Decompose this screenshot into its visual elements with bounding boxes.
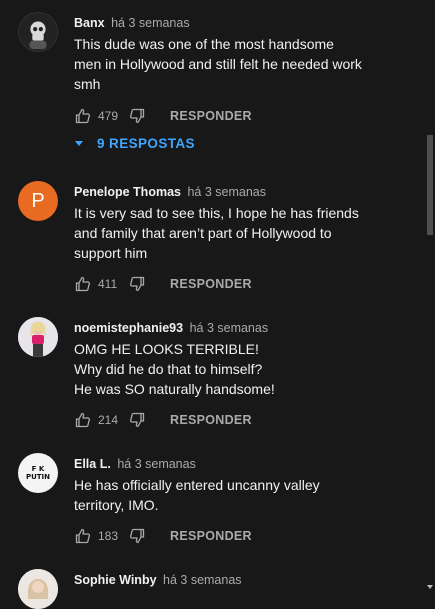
author-line: noemistephanie93 há 3 semanas bbox=[74, 320, 268, 336]
avatar[interactable] bbox=[18, 569, 58, 609]
author-name[interactable]: Penelope Thomas bbox=[74, 185, 181, 199]
scrollbar-thumb[interactable] bbox=[427, 135, 433, 235]
comment-text: OMG HE LOOKS TERRIBLE! Why did he do tha… bbox=[74, 339, 374, 399]
comment-actions: 214 RESPONDER bbox=[74, 410, 252, 430]
thumbs-down-icon[interactable] bbox=[128, 275, 146, 293]
author-name[interactable]: Ella L. bbox=[74, 457, 111, 471]
thumbs-down-icon[interactable] bbox=[128, 411, 146, 429]
like-count: 479 bbox=[98, 109, 119, 123]
avatar[interactable]: P bbox=[18, 181, 58, 221]
thumbs-up-icon[interactable] bbox=[74, 411, 92, 429]
timestamp[interactable]: há 3 semanas bbox=[187, 185, 266, 199]
avatar[interactable]: F K PUTIN bbox=[18, 453, 58, 493]
comment-line: territory, IMO. bbox=[74, 497, 159, 513]
like-count: 183 bbox=[98, 529, 119, 543]
thumbs-down-icon[interactable] bbox=[128, 107, 146, 125]
comment-actions: 411 RESPONDER bbox=[74, 274, 252, 294]
skull-portrait-icon bbox=[19, 13, 57, 51]
comment-line: He was SO naturally handsome! bbox=[74, 381, 275, 397]
avatar-text-bottom: PUTIN bbox=[25, 473, 51, 481]
timestamp[interactable]: há 3 semanas bbox=[111, 16, 190, 30]
comment-actions: 183 RESPONDER bbox=[74, 526, 252, 546]
author-line: Banx há 3 semanas bbox=[74, 15, 190, 31]
author-name[interactable]: noemistephanie93 bbox=[74, 321, 183, 335]
caret-down-icon bbox=[75, 141, 83, 146]
thumbs-down-icon[interactable] bbox=[128, 527, 146, 545]
thumbs-up-icon[interactable] bbox=[74, 275, 92, 293]
avatar[interactable] bbox=[18, 317, 58, 357]
comment-text: It is very sad to see this, I hope he ha… bbox=[74, 203, 374, 263]
reply-button[interactable]: RESPONDER bbox=[170, 277, 252, 291]
comment-line: men in Hollywood and still felt he neede… bbox=[74, 56, 362, 72]
avatar-text-top: F K bbox=[31, 465, 45, 473]
comment-line: He has officially entered uncanny valley bbox=[74, 477, 320, 493]
author-line: Ella L. há 3 semanas bbox=[74, 456, 196, 472]
like-count: 411 bbox=[98, 277, 118, 291]
like-count: 214 bbox=[98, 413, 119, 427]
replies-label: 9 RESPOSTAS bbox=[97, 136, 195, 151]
author-name[interactable]: Sophie Winby bbox=[74, 573, 157, 587]
comment-text: He has officially entered uncanny valley… bbox=[74, 475, 374, 515]
timestamp[interactable]: há 3 semanas bbox=[163, 573, 242, 587]
reply-button[interactable]: RESPONDER bbox=[170, 529, 252, 543]
avatar-text: F K PUTIN bbox=[26, 465, 50, 481]
scrollbar[interactable] bbox=[425, 0, 435, 593]
comment-text: This dude was one of the most handsome m… bbox=[74, 34, 374, 94]
timestamp[interactable]: há 3 semanas bbox=[117, 457, 196, 471]
comment-line: and family that aren’t part of Hollywood… bbox=[74, 225, 332, 241]
view-replies-button[interactable]: 9 RESPOSTAS bbox=[74, 136, 195, 151]
scroll-down-arrow-icon[interactable] bbox=[427, 585, 433, 589]
avatar[interactable] bbox=[18, 12, 58, 52]
reply-button[interactable]: RESPONDER bbox=[170, 109, 252, 123]
thumbs-up-icon[interactable] bbox=[74, 527, 92, 545]
comment-line: OMG HE LOOKS TERRIBLE! bbox=[74, 341, 259, 357]
comment-line: Why did he do that to himself? bbox=[74, 361, 263, 377]
avatar-letter: P bbox=[31, 189, 45, 212]
comment-line: It is very sad to see this, I hope he ha… bbox=[74, 205, 359, 221]
comment-line: support him bbox=[74, 245, 148, 261]
person-photo-icon bbox=[18, 317, 58, 357]
author-name[interactable]: Banx bbox=[74, 16, 105, 30]
comment-line: smh bbox=[74, 76, 101, 92]
person-photo-icon bbox=[18, 569, 58, 609]
reply-button[interactable]: RESPONDER bbox=[170, 413, 252, 427]
author-line: Penelope Thomas há 3 semanas bbox=[74, 184, 266, 200]
thumbs-up-icon[interactable] bbox=[74, 107, 92, 125]
comment-line: This dude was one of the most handsome bbox=[74, 36, 334, 52]
timestamp[interactable]: há 3 semanas bbox=[190, 321, 269, 335]
author-line: Sophie Winby há 3 semanas bbox=[74, 572, 242, 588]
comment-actions: 479 RESPONDER bbox=[74, 106, 252, 126]
